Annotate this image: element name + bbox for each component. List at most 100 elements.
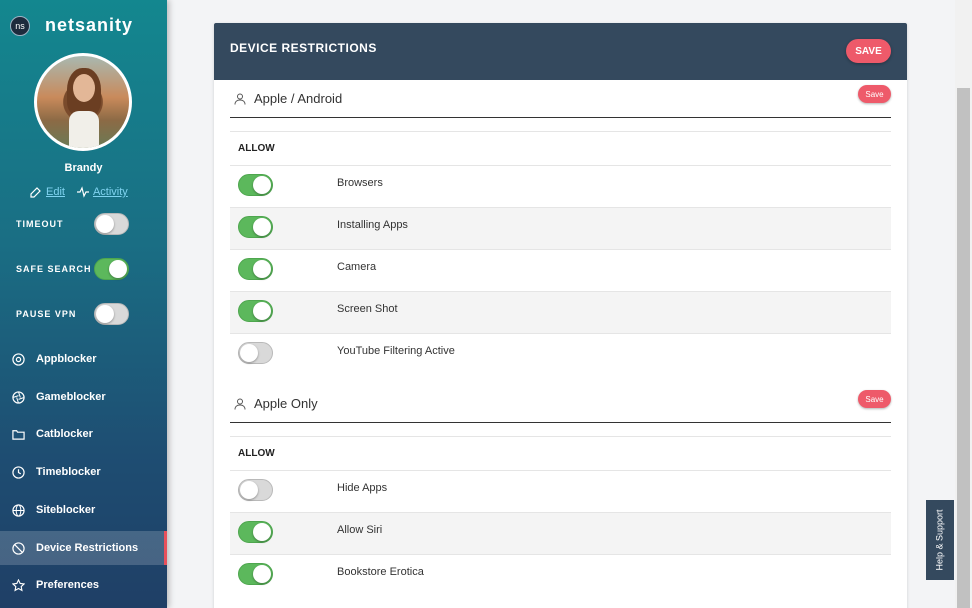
restriction-label: Browsers (337, 177, 383, 189)
browsers-toggle[interactable] (238, 174, 273, 196)
allow-header: ALLOW (230, 436, 891, 470)
nav-device-restrictions[interactable]: Device Restrictions (0, 531, 167, 565)
restriction-label: Installing Apps (337, 219, 408, 231)
nav-label: Catblocker (36, 428, 93, 440)
scrollbar-thumb[interactable] (957, 88, 970, 608)
allow-siri-toggle[interactable] (238, 521, 273, 543)
safe-search-toggle[interactable] (94, 258, 129, 280)
restriction-label: Screen Shot (337, 303, 398, 315)
section-header: Apple / Android Save (230, 80, 891, 118)
save-all-button[interactable]: SAVE (846, 39, 891, 63)
pause-vpn-toggle-row: PAUSE VPN (16, 303, 129, 325)
nav-label: Timeblocker (36, 466, 101, 478)
toggle-knob (253, 218, 271, 236)
restriction-list: Hide Apps Allow Siri Bookstore Erotica (230, 470, 891, 596)
brand-name: netsanity (45, 15, 134, 35)
activity-link[interactable]: Activity (76, 186, 128, 198)
timeout-toggle[interactable] (94, 213, 129, 235)
clock-icon (12, 465, 25, 479)
nav-siteblocker[interactable]: Siteblocker (0, 493, 167, 527)
user-icon (234, 93, 246, 105)
allow-header: ALLOW (230, 131, 891, 165)
chrome-icon (12, 352, 25, 366)
brand[interactable]: ns netsanity (10, 15, 133, 36)
star-icon (12, 578, 25, 591)
section-apple-only: Apple Only Save ALLOW Hide Apps Allow Si… (230, 385, 891, 596)
folder-icon (12, 429, 25, 440)
brand-logo-icon: ns (10, 15, 30, 36)
nav-label: Siteblocker (36, 504, 96, 516)
card-header: DEVICE RESTRICTIONS SAVE (214, 23, 907, 80)
restriction-row: Bookstore Erotica (230, 554, 891, 596)
toggle-knob (240, 481, 258, 499)
activity-link-label: Activity (92, 186, 128, 198)
nav-label: Appblocker (36, 353, 97, 365)
nav-preferences[interactable]: Preferences (0, 568, 167, 602)
nav-timeblocker[interactable]: Timeblocker (0, 455, 167, 489)
toggle-knob (240, 344, 258, 362)
restriction-row: Screen Shot (230, 291, 891, 333)
device-restrictions-card: DEVICE RESTRICTIONS SAVE Apple / Android… (214, 23, 907, 608)
toggle-knob (96, 215, 114, 233)
restriction-row: Installing Apps (230, 207, 891, 249)
restriction-label: Camera (337, 261, 377, 273)
installing-apps-toggle[interactable] (238, 216, 273, 238)
scrollbar[interactable] (955, 0, 972, 608)
safe-search-label: SAFE SEARCH (16, 264, 92, 274)
restriction-row: Allow Siri (230, 512, 891, 554)
bookstore-erotica-toggle[interactable] (238, 563, 273, 585)
restriction-row: Browsers (230, 165, 891, 207)
section-save-button[interactable]: Save (858, 85, 891, 103)
nav-gameblocker[interactable]: Gameblocker (0, 380, 167, 414)
pause-vpn-label: PAUSE VPN (16, 309, 77, 319)
nav-label: Device Restrictions (36, 542, 139, 554)
profile-links: Edit Activity (30, 186, 128, 198)
edit-icon (30, 187, 41, 198)
avatar-head (73, 74, 95, 102)
screen-shot-toggle[interactable] (238, 300, 273, 322)
edit-link[interactable]: Edit (30, 186, 65, 198)
edit-link-label: Edit (46, 186, 65, 198)
section-header: Apple Only Save (230, 385, 891, 423)
toggle-knob (253, 565, 271, 583)
nav-appblocker[interactable]: Appblocker (0, 342, 167, 376)
restriction-row: Hide Apps (230, 470, 891, 512)
restriction-label: Bookstore Erotica (337, 566, 424, 578)
section-title: Apple / Android (254, 91, 343, 106)
card-title: DEVICE RESTRICTIONS (230, 41, 377, 55)
toggle-knob (253, 523, 271, 541)
nav-catblocker[interactable]: Catblocker (0, 417, 167, 451)
restriction-label: Hide Apps (337, 482, 388, 494)
avatar (34, 53, 132, 151)
restriction-list: Browsers Installing Apps Camera Screen S… (230, 165, 891, 375)
section-apple-android: Apple / Android Save ALLOW Browsers Inst… (230, 80, 891, 375)
avatar-body (69, 111, 99, 148)
restriction-label: YouTube Filtering Active (337, 345, 455, 357)
help-support-label: Help & Support (935, 509, 946, 571)
activity-icon (76, 186, 89, 198)
aperture-icon (12, 390, 25, 404)
timeout-toggle-row: TIMEOUT (16, 213, 129, 235)
sidebar: ns netsanity Brandy Edit Activity TIMEOU… (0, 0, 167, 608)
nav-label: Gameblocker (36, 391, 106, 403)
nav-label: Preferences (36, 579, 99, 591)
restriction-label: Allow Siri (337, 524, 383, 536)
toggle-knob (253, 260, 271, 278)
youtube-filtering-toggle[interactable] (238, 342, 273, 364)
safe-search-toggle-row: SAFE SEARCH (16, 258, 129, 280)
toggle-knob (253, 176, 271, 194)
ban-icon (12, 541, 25, 555)
toggle-knob (253, 302, 271, 320)
pause-vpn-toggle[interactable] (94, 303, 129, 325)
camera-toggle[interactable] (238, 258, 273, 280)
section-title: Apple Only (254, 396, 318, 411)
help-support-tab[interactable]: Help & Support (926, 500, 954, 580)
section-save-button[interactable]: Save (858, 390, 891, 408)
restriction-row: Camera (230, 249, 891, 291)
toggle-knob (96, 305, 114, 323)
globe-icon (12, 503, 25, 517)
hide-apps-toggle[interactable] (238, 479, 273, 501)
timeout-label: TIMEOUT (16, 219, 64, 229)
toggle-knob (109, 260, 127, 278)
restriction-row: YouTube Filtering Active (230, 333, 891, 375)
